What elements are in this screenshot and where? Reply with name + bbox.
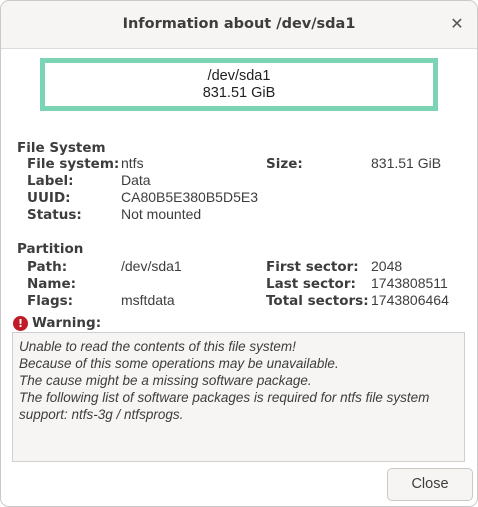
warning-line: The following list of software packages …	[19, 390, 430, 405]
close-icon[interactable]: ✕	[447, 14, 467, 34]
file-system-heading: File System	[17, 140, 106, 156]
dialog-title: Information about /dev/sda1	[122, 16, 356, 32]
fs-type-label: File system:	[27, 156, 120, 172]
warning-label: Warning:	[32, 315, 102, 331]
warning-header: ! Warning:	[13, 315, 101, 331]
graphic-path: /dev/sda1	[207, 68, 271, 84]
fs-type-value: ntfs	[121, 155, 144, 171]
name-label: Name:	[27, 276, 77, 292]
status-value: Not mounted	[121, 206, 202, 222]
fs-label-value: Data	[121, 172, 151, 188]
first-sector-value: 2048	[371, 258, 403, 274]
dialog-error-icon: !	[13, 315, 28, 331]
fs-label-label: Label:	[27, 173, 74, 189]
info-dialog: Information about /dev/sda1 ✕ /dev/sda1 …	[0, 0, 478, 507]
path-label: Path:	[27, 259, 68, 275]
uuid-value: CA80B5E380B5D5E3	[121, 189, 258, 205]
warning-line: support: ntfs-3g / ntfsprogs.	[19, 407, 184, 422]
partition-heading: Partition	[17, 241, 84, 257]
total-sectors-label: Total sectors:	[266, 293, 369, 309]
size-value: 831.51 GiB	[371, 155, 442, 171]
warning-line: Unable to read the contents of this file…	[19, 339, 296, 354]
size-label: Size:	[266, 156, 303, 172]
last-sector-value: 1743808511	[371, 275, 448, 291]
close-button[interactable]: Close	[387, 468, 473, 501]
dialog-content: /dev/sda1 831.51 GiB File System File sy…	[1, 49, 477, 506]
uuid-label: UUID:	[27, 190, 71, 206]
status-label: Status:	[27, 207, 82, 223]
total-sectors-value: 1743806464	[371, 292, 449, 308]
warning-line: The cause might be a missing software pa…	[19, 373, 312, 388]
first-sector-label: First sector:	[266, 259, 359, 275]
flags-value: msftdata	[121, 292, 175, 308]
warning-line: Because of this some operations may be u…	[19, 356, 339, 371]
partition-graphic: /dev/sda1 831.51 GiB	[40, 58, 438, 111]
last-sector-label: Last sector:	[266, 276, 356, 292]
warning-message-box: Unable to read the contents of this file…	[12, 332, 465, 462]
flags-label: Flags:	[27, 293, 74, 309]
path-value: /dev/sda1	[121, 258, 182, 274]
graphic-size: 831.51 GiB	[202, 85, 276, 101]
titlebar: Information about /dev/sda1 ✕	[1, 1, 477, 49]
